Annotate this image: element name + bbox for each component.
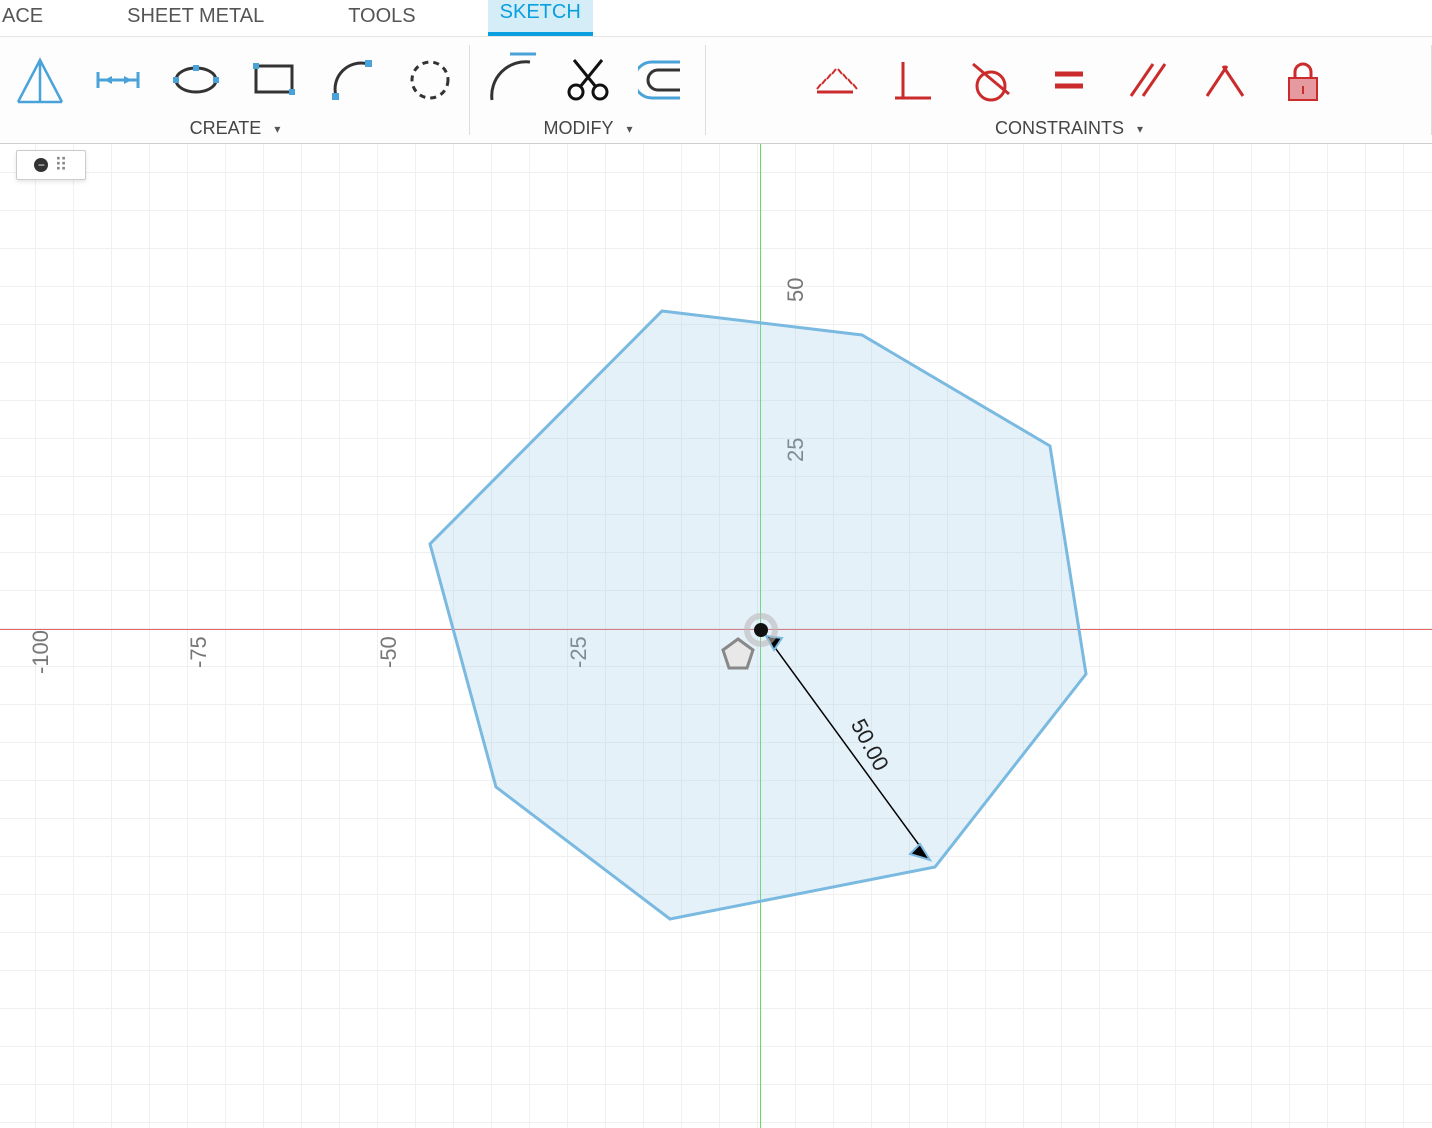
fillet-tool-icon[interactable] bbox=[480, 50, 540, 110]
create-dropdown[interactable]: CREATE bbox=[190, 118, 281, 139]
tab-sketch[interactable]: SKETCH bbox=[488, 0, 593, 36]
create-label-text: CREATE bbox=[190, 118, 262, 139]
constraints-dropdown[interactable]: CONSTRAINTS bbox=[995, 118, 1143, 139]
sketch-polygon[interactable] bbox=[0, 144, 1432, 1128]
circle-tool-icon[interactable] bbox=[400, 50, 460, 110]
visibility-minus-icon: − bbox=[34, 158, 48, 172]
parallel-constraint-icon[interactable] bbox=[1117, 50, 1177, 110]
constraints-label-text: CONSTRAINTS bbox=[995, 118, 1124, 139]
lock-constraint-icon[interactable] bbox=[1273, 50, 1333, 110]
sketch-canvas[interactable]: -100 -75 -50 -25 25 50 50.00 bbox=[0, 144, 1432, 1128]
equal-constraint-icon[interactable] bbox=[1039, 50, 1099, 110]
toolbar-group-create: CREATE bbox=[0, 37, 470, 143]
dimension-tool-icon[interactable] bbox=[88, 50, 148, 110]
tab-tools[interactable]: TOOLS bbox=[336, 1, 427, 36]
tangent-constraint-icon[interactable] bbox=[961, 50, 1021, 110]
horizontal-constraint-icon[interactable] bbox=[805, 50, 865, 110]
arc-tool-icon[interactable] bbox=[322, 50, 382, 110]
workspace-tabs: ACE SHEET METAL TOOLS SKETCH bbox=[0, 0, 1432, 36]
line-tool-icon[interactable] bbox=[10, 50, 70, 110]
tab-sheet-metal[interactable]: SHEET METAL bbox=[115, 1, 276, 36]
perpendicular-constraint-icon[interactable] bbox=[883, 50, 943, 110]
toolbar: CREATE MODIFY bbox=[0, 36, 1432, 144]
rectangle-tool-icon[interactable] bbox=[244, 50, 304, 110]
visibility-handle-icon: ⠿ bbox=[54, 155, 67, 176]
modify-label-text: MODIFY bbox=[543, 118, 613, 139]
ellipse-tool-icon[interactable] bbox=[166, 50, 226, 110]
trim-tool-icon[interactable] bbox=[558, 50, 618, 110]
offset-tool-icon[interactable] bbox=[636, 50, 696, 110]
toolbar-group-modify: MODIFY bbox=[470, 37, 706, 143]
origin-point[interactable] bbox=[754, 623, 768, 637]
visibility-pill[interactable]: − ⠿ bbox=[16, 150, 86, 180]
toolbar-group-constraints: CONSTRAINTS bbox=[706, 37, 1432, 143]
coincident-constraint-icon[interactable] bbox=[1195, 50, 1255, 110]
tab-surface[interactable]: ACE bbox=[0, 1, 55, 36]
modify-dropdown[interactable]: MODIFY bbox=[543, 118, 632, 139]
polygon-center-glyph bbox=[720, 636, 756, 672]
